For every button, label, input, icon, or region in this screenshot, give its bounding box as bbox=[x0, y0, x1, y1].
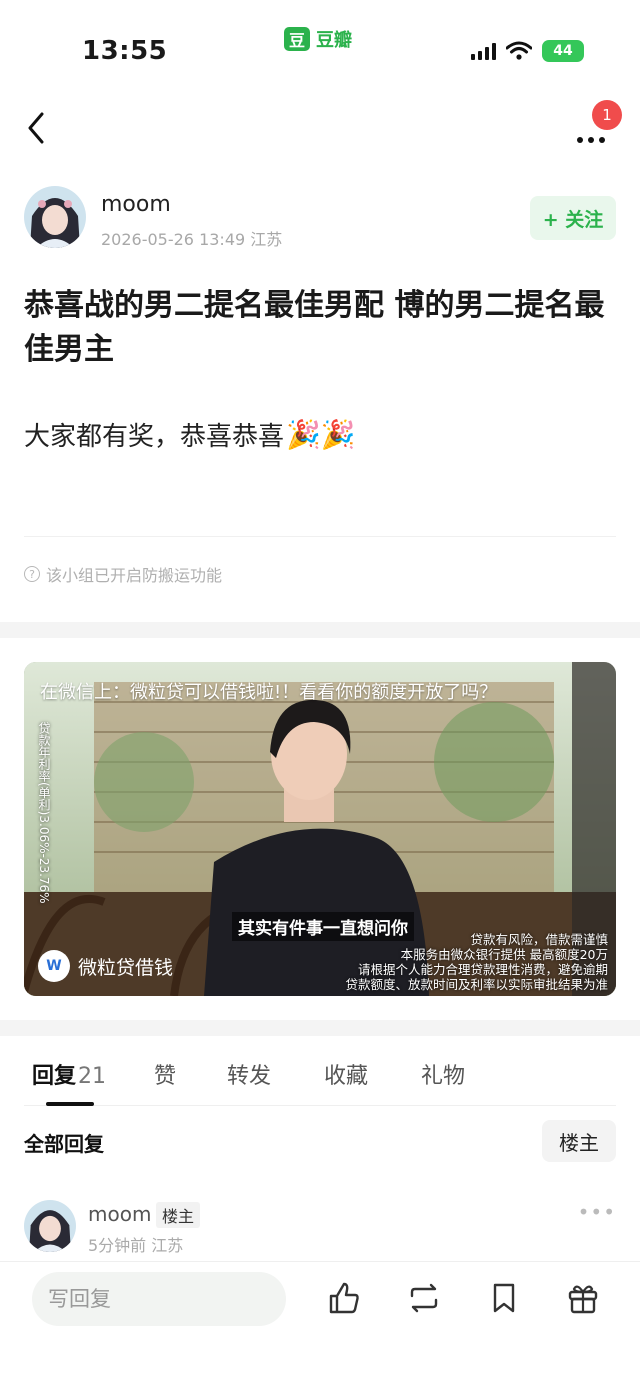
ad-card[interactable]: 在微信上：微粒贷可以借钱啦!！看看你的额度开放了吗？ 贷款年利率(单利)3.06… bbox=[24, 662, 616, 996]
post-body-text: 大家都有奖，恭喜恭喜 bbox=[24, 422, 285, 452]
status-time: 13:55 bbox=[82, 36, 168, 66]
author-avatar[interactable] bbox=[24, 186, 86, 248]
party-popper-emoji: 🎉🎉 bbox=[286, 418, 356, 451]
reply-avatar[interactable] bbox=[24, 1200, 76, 1252]
reply-count: 21 bbox=[78, 1064, 107, 1089]
reply-item: moom 楼主 5分钟前 江苏 ••• bbox=[24, 1198, 616, 1258]
douban-logo-icon: 豆 bbox=[284, 27, 310, 51]
notification-badge: 1 bbox=[592, 100, 622, 130]
reply-more-icon[interactable]: ••• bbox=[578, 1200, 616, 1224]
status-icons: 44 bbox=[471, 40, 584, 62]
tab-collections[interactable]: 收藏 bbox=[324, 1058, 368, 1090]
divider bbox=[24, 536, 616, 537]
tab-replies[interactable]: 回复21 bbox=[32, 1058, 106, 1090]
status-bar: 13:55 豆 豆瓣 44 bbox=[0, 0, 640, 90]
disclaimer-line: 请根据个人能力合理贷款理性消费，避免逾期 bbox=[357, 962, 608, 977]
reply-author-name[interactable]: moom bbox=[88, 1202, 151, 1226]
tab-label: 回复 bbox=[32, 1064, 77, 1089]
anti-repost-notice: ? 该小组已开启防搬运功能 bbox=[24, 562, 222, 586]
tab-likes[interactable]: 赞 bbox=[154, 1058, 176, 1090]
post-title: 恭喜战的男二提名最佳男配 博的男二提名最佳男主 bbox=[24, 288, 605, 367]
ad-headline: 在微信上：微粒贷可以借钱啦!！看看你的额度开放了吗？ bbox=[40, 682, 498, 703]
cellular-signal-icon bbox=[471, 42, 496, 60]
nav-bar bbox=[0, 100, 640, 156]
active-tab-indicator bbox=[46, 1102, 94, 1106]
help-circle-icon: ? bbox=[24, 566, 40, 582]
wifi-icon bbox=[506, 41, 532, 60]
app-name: 豆瓣 bbox=[316, 30, 352, 51]
follow-button[interactable]: + 关注 bbox=[530, 196, 616, 240]
disclaimer-line: 贷款额度、放款时间及利率以实际审批结果为准 bbox=[345, 977, 608, 992]
tab-gifts[interactable]: 礼物 bbox=[421, 1058, 465, 1090]
bookmark-icon[interactable] bbox=[486, 1280, 522, 1316]
interaction-tabs: 回复21 赞 转发 收藏 礼物 bbox=[24, 1054, 616, 1106]
section-separator bbox=[0, 1020, 640, 1036]
bottom-action-bar bbox=[0, 1262, 640, 1342]
ad-brand-name: 微粒贷借钱 bbox=[78, 956, 174, 979]
battery-icon: 44 bbox=[542, 40, 584, 62]
repost-icon[interactable] bbox=[406, 1280, 442, 1316]
back-arrow-icon[interactable] bbox=[18, 106, 58, 150]
all-replies-heading: 全部回复 bbox=[24, 1132, 104, 1156]
weilidai-logo-icon: W bbox=[38, 950, 70, 982]
op-tag: 楼主 bbox=[156, 1202, 201, 1228]
ad-interest-rate-text: 贷款年利率(单利)3.06%-23.76% bbox=[37, 722, 51, 904]
return-to-app-indicator[interactable]: 豆 豆瓣 bbox=[284, 26, 352, 52]
ad-brand: W 微粒贷借钱 bbox=[38, 950, 173, 982]
section-separator bbox=[0, 622, 640, 638]
disclaimer-line: 本服务由微众银行提供 最高额度20万 bbox=[400, 947, 608, 962]
like-icon[interactable] bbox=[326, 1280, 362, 1316]
tab-reposts[interactable]: 转发 bbox=[227, 1058, 271, 1090]
gift-icon[interactable] bbox=[565, 1280, 601, 1316]
reply-time-location: 5分钟前 江苏 bbox=[88, 1236, 184, 1255]
author-name[interactable]: moom bbox=[101, 192, 171, 217]
disclaimer-line: 贷款有风险，借款需谨慎 bbox=[470, 932, 608, 947]
op-only-filter-button[interactable]: 楼主 bbox=[542, 1120, 616, 1162]
post-timestamp-location: 2026-05-26 13:49 江苏 bbox=[101, 230, 283, 249]
post-author-row: moom 2026-05-26 13:49 江苏 + 关注 bbox=[24, 186, 616, 250]
notice-text: 该小组已开启防搬运功能 bbox=[46, 566, 223, 585]
post-body: 大家都有奖，恭喜恭喜 🎉🎉 bbox=[24, 416, 356, 453]
reply-input[interactable] bbox=[32, 1272, 286, 1326]
ad-disclaimer: 贷款有风险，借款需谨慎 本服务由微众银行提供 最高额度20万 请根据个人能力合理… bbox=[345, 932, 608, 992]
